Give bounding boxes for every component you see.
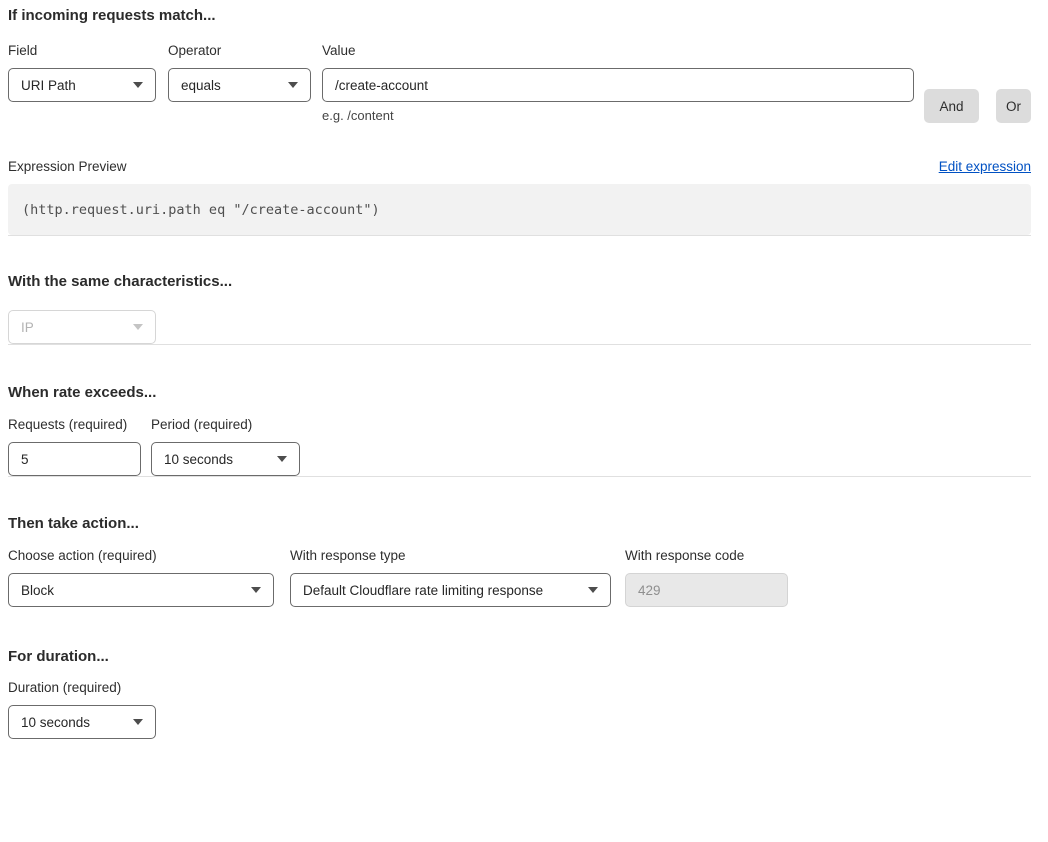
rate-section-heading: When rate exceeds... [8,384,1031,402]
response-type-select[interactable]: Default Cloudflare rate limiting respons… [290,573,611,607]
field-group-action: Choose action (required) Block [8,548,274,607]
operator-select[interactable]: equals [168,68,311,102]
chevron-down-icon [133,719,143,725]
field-group-value: Value e.g. /content [322,43,914,123]
chevron-down-icon [288,82,298,88]
operator-label: Operator [168,43,311,59]
duration-select[interactable]: 10 seconds [8,705,156,739]
field-label: Field [8,43,156,59]
match-fields-row: Field URI Path Operator equals Value e.g… [8,43,1031,123]
duration-section-heading: For duration... [8,648,1031,666]
expression-preview-code: (http.request.uri.path eq "/create-accou… [22,202,380,218]
field-group-operator: Operator equals [168,43,311,102]
response-code-label: With response code [625,548,788,564]
chevron-down-icon [133,82,143,88]
match-section-heading: If incoming requests match... [8,7,1031,25]
operator-select-value: equals [181,78,221,93]
characteristics-row: IP [8,310,1031,344]
period-select-value: 10 seconds [164,452,233,467]
action-select-value: Block [21,583,54,598]
requests-label: Requests (required) [8,417,141,433]
response-code-input [625,573,788,607]
action-select[interactable]: Block [8,573,274,607]
requests-input[interactable] [8,442,141,476]
edit-expression-link[interactable]: Edit expression [939,158,1031,175]
or-button[interactable]: Or [996,89,1031,123]
field-select-value: URI Path [21,78,76,93]
chevron-down-icon [588,587,598,593]
rate-fields-row: Requests (required) Period (required) 10… [8,417,1031,476]
and-button[interactable]: And [924,89,979,123]
duration-label: Duration (required) [8,680,156,696]
value-hint: e.g. /content [322,108,914,123]
field-group-response-type: With response type Default Cloudflare ra… [290,548,611,607]
field-select[interactable]: URI Path [8,68,156,102]
expression-preview-label: Expression Preview [8,158,127,175]
field-group-duration: Duration (required) 10 seconds [8,680,156,739]
section-divider [8,344,1031,345]
period-select[interactable]: 10 seconds [151,442,300,476]
field-group-response-code: With response code [625,548,788,607]
field-group-period: Period (required) 10 seconds [151,417,300,476]
response-type-select-value: Default Cloudflare rate limiting respons… [303,583,543,598]
field-group-characteristic: IP [8,310,156,344]
value-label: Value [322,43,914,59]
chevron-down-icon [133,324,143,330]
characteristic-select: IP [8,310,156,344]
expression-preview-box: (http.request.uri.path eq "/create-accou… [8,184,1031,235]
characteristics-section-heading: With the same characteristics... [8,273,1031,291]
section-divider [8,476,1031,477]
duration-row: Duration (required) 10 seconds [8,680,1031,739]
response-type-label: With response type [290,548,611,564]
section-divider [8,235,1031,236]
rate-limiting-rule-form: If incoming requests match... Field URI … [0,0,1048,747]
chevron-down-icon [277,456,287,462]
field-group-requests: Requests (required) [8,417,141,476]
value-input[interactable] [322,68,914,102]
duration-select-value: 10 seconds [21,715,90,730]
action-section-heading: Then take action... [8,515,1031,533]
action-label: Choose action (required) [8,548,274,564]
chevron-down-icon [251,587,261,593]
action-fields-row: Choose action (required) Block With resp… [8,548,1031,607]
expression-preview-header: Expression Preview Edit expression [8,158,1031,175]
field-group-field: Field URI Path [8,43,156,102]
period-label: Period (required) [151,417,300,433]
characteristic-select-value: IP [21,320,34,335]
